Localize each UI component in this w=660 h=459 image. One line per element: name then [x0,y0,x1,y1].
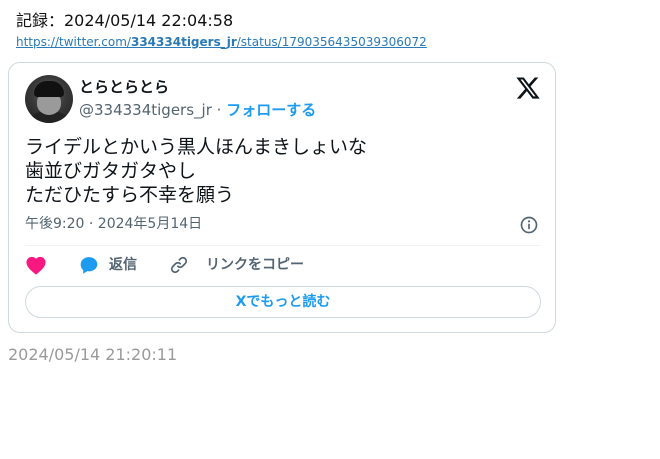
author-handle[interactable]: @334334tigers_jr [79,101,212,119]
tweet-source-link[interactable]: https://twitter.com/334334tigers_jr/stat… [16,34,427,50]
tweet-timestamp[interactable]: 午後9:20 · 2024年5月14日 [25,215,202,233]
avatar[interactable] [25,75,73,123]
link-prefix: https://twitter.com/ [16,35,131,49]
author-handle-row: @334334tigers_jr · フォローする [79,100,316,120]
divider [25,245,541,246]
author-name[interactable]: とらとらとら [79,77,169,97]
link-suffix: /status/1790356435039306072 [236,35,427,49]
record-timestamp: 記録：2024/05/14 22:04:58 [16,11,234,30]
action-row: 返信 リンクをコピー [25,253,541,277]
tweet-line: ライデルとかいう黒人ほんまきしょいな [25,136,368,158]
link-user: 334334tigers_jr [130,35,237,49]
saved-time: 2024/05/14 21:20:11 [8,345,178,364]
x-logo-icon[interactable] [515,75,541,101]
reply-button[interactable]: 返信 [109,256,137,274]
tweet-line: 歯並びガタガタやし [25,160,197,182]
follow-button[interactable]: フォローする [226,101,316,119]
tweet-line: ただひたすら不幸を願う [25,184,235,206]
copy-link-button[interactable]: リンクをコピー [206,256,304,274]
heart-icon[interactable] [25,255,47,275]
tweet-card: とらとらとら @334334tigers_jr · フォローする ライデルとかい… [8,62,556,333]
separator-dot: · [211,101,227,119]
link-icon[interactable] [169,255,189,275]
info-icon[interactable] [519,215,539,235]
tweet-text: ライデルとかいう黒人ほんまきしょいな 歯並びガタガタやし ただひたすら不幸を願う [25,135,367,207]
read-more-button[interactable]: Xでもっと読む [25,286,541,318]
reply-bubble-icon[interactable] [79,255,99,275]
